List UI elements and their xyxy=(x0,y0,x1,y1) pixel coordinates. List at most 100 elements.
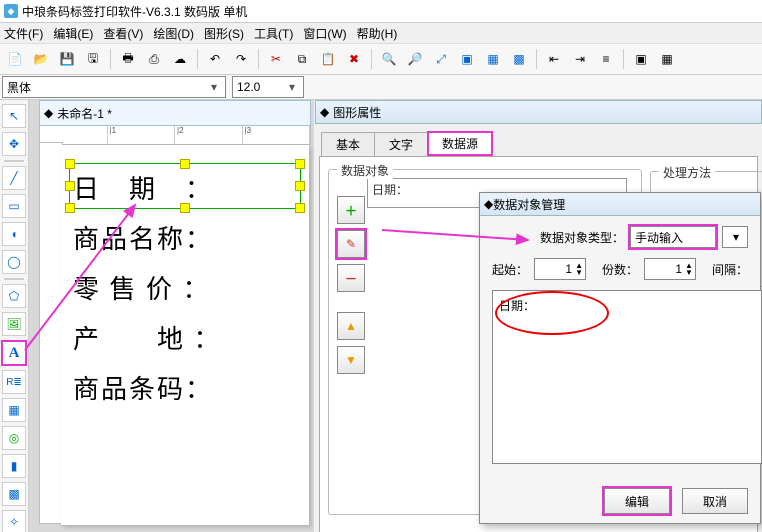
start-label: 起始： xyxy=(492,261,528,278)
print-preview-icon[interactable]: ⎙ xyxy=(143,48,165,70)
save-icon[interactable]: 💾 xyxy=(56,48,78,70)
group-label: 数据对象 xyxy=(337,162,393,179)
more2-icon[interactable]: ▦ xyxy=(656,48,678,70)
count-label: 份数： xyxy=(602,261,638,278)
app-logo-icon: ◆ xyxy=(4,4,18,18)
grid-icon[interactable]: ▩ xyxy=(508,48,530,70)
canvas-text-date[interactable]: 日 期 ： xyxy=(73,169,213,206)
resize-handle[interactable] xyxy=(180,159,190,169)
delete-icon[interactable]: ✖ xyxy=(343,48,365,70)
move-up-icon[interactable]: ▲ xyxy=(337,312,365,340)
tab-datasource[interactable]: 数据源 xyxy=(427,131,493,156)
canvas-text-barcode[interactable]: 商品条码： xyxy=(73,369,213,406)
new-icon[interactable]: 📄 xyxy=(4,48,26,70)
zoom-fit-icon[interactable]: ▣ xyxy=(456,48,478,70)
menu-view[interactable]: 查看(V) xyxy=(103,25,143,42)
tab-text[interactable]: 文字 xyxy=(374,132,428,156)
menu-help[interactable]: 帮助(H) xyxy=(357,25,398,42)
ruler-mark: |1 xyxy=(108,126,176,144)
tool-palette: ↖ ✥ ╱ ▭ ◖ ◯ ⬠ 🖼 A R≣ ▦ ◎ ▮ ▩ ✧ xyxy=(0,100,29,532)
canvas-text-price[interactable]: 零 售 价 ： xyxy=(73,269,211,306)
canvas-text-origin[interactable]: 产 地 ： xyxy=(73,319,222,356)
edit-button-icon[interactable]: ✎ xyxy=(337,230,365,258)
rect-tool-icon[interactable]: ▭ xyxy=(2,194,26,218)
zoom-in-icon[interactable]: 🔍 xyxy=(378,48,400,70)
select-tool-icon[interactable]: ↖ xyxy=(2,104,26,128)
type-value: 手动输入 xyxy=(635,229,683,246)
separator xyxy=(4,160,24,162)
ellipse-tool-icon[interactable]: ◯ xyxy=(2,250,26,274)
separator xyxy=(197,49,198,69)
chevron-down-icon: ▾ xyxy=(285,80,299,94)
zoom-out-icon[interactable]: 🔎 xyxy=(404,48,426,70)
redo-icon[interactable]: ↷ xyxy=(230,48,252,70)
paste-icon[interactable]: 📋 xyxy=(317,48,339,70)
move-down-icon[interactable]: ▼ xyxy=(337,346,365,374)
image-tool-icon[interactable]: 🖼 xyxy=(2,312,26,336)
separator xyxy=(4,278,24,280)
resize-handle[interactable] xyxy=(295,203,305,213)
spacer xyxy=(337,298,365,306)
doc-icon: ◆ xyxy=(44,106,53,120)
richtext-tool-icon[interactable]: R≣ xyxy=(2,370,26,394)
font-size-select[interactable]: 12.0 ▾ xyxy=(232,76,304,98)
menu-draw[interactable]: 绘图(D) xyxy=(153,25,194,42)
edit-button[interactable]: 编辑 xyxy=(604,488,670,514)
undo-icon[interactable]: ↶ xyxy=(204,48,226,70)
saveas-icon[interactable]: 🖫 xyxy=(82,48,104,70)
menu-tools[interactable]: 工具(T) xyxy=(254,25,293,42)
copy-icon[interactable]: ⧉ xyxy=(291,48,313,70)
panel-icon: ◆ xyxy=(320,105,329,119)
separator xyxy=(623,49,624,69)
shape-tool-icon[interactable]: ✧ xyxy=(2,510,26,532)
document-tab[interactable]: ◆ 未命名-1 * xyxy=(39,100,311,126)
polygon-tool-icon[interactable]: ⬠ xyxy=(2,284,26,308)
separator xyxy=(110,49,111,69)
menu-file[interactable]: 文件(F) xyxy=(4,25,43,42)
align-left-icon[interactable]: ⇤ xyxy=(543,48,565,70)
menu-window[interactable]: 窗口(W) xyxy=(303,25,346,42)
content-textarea[interactable]: 日期： xyxy=(492,290,762,464)
type-dropdown-button[interactable]: ▾ xyxy=(722,226,748,248)
pan-tool-icon[interactable]: ✥ xyxy=(2,132,26,156)
zoom-sel-icon[interactable]: ▦ xyxy=(482,48,504,70)
roundrect-tool-icon[interactable]: ◖ xyxy=(2,222,26,246)
qrcode-tool-icon[interactable]: ▩ xyxy=(2,482,26,506)
document-name: 未命名-1 * xyxy=(57,105,112,122)
zoom-100-icon[interactable]: ⤢ xyxy=(430,48,452,70)
cut-icon[interactable]: ✂ xyxy=(265,48,287,70)
dialog-title-bar[interactable]: ◆ 数据对象管理 xyxy=(480,193,760,216)
annotation-oval xyxy=(495,291,609,335)
ruler-horizontal: |1 |2 |3 xyxy=(39,126,311,145)
align-right-icon[interactable]: ⇥ xyxy=(569,48,591,70)
resize-handle[interactable] xyxy=(295,159,305,169)
line-tool-icon[interactable]: ╱ xyxy=(2,166,26,190)
print-icon[interactable]: 🖶 xyxy=(117,48,139,70)
open-icon[interactable]: 📂 xyxy=(30,48,52,70)
menu-shape[interactable]: 图形(S) xyxy=(204,25,244,42)
label-page[interactable]: 日 期 ： 商品名称： 零 售 价 ： 产 地 ： 商品条码： xyxy=(61,145,309,525)
count-spin[interactable]: 1▲▼ xyxy=(644,258,696,280)
chevron-down-icon: ▾ xyxy=(733,230,739,244)
cancel-button[interactable]: 取消 xyxy=(682,488,748,514)
menu-edit[interactable]: 编辑(E) xyxy=(53,25,93,42)
font-family-select[interactable]: 黑体 ▾ xyxy=(2,76,226,98)
app-title: 中琅条码标签打印软件-V6.3.1 数码版 单机 xyxy=(22,3,247,20)
canvas-text-product[interactable]: 商品名称： xyxy=(73,219,213,256)
tab-basic[interactable]: 基本 xyxy=(321,132,375,156)
barcode-tool-icon[interactable]: ▮ xyxy=(2,454,26,478)
remove-button-icon[interactable]: － xyxy=(337,264,365,292)
cloud-icon[interactable]: ☁ xyxy=(169,48,191,70)
more1-icon[interactable]: ▣ xyxy=(630,48,652,70)
type-combo[interactable]: 手动输入 xyxy=(630,226,716,248)
start-spin[interactable]: 1▲▼ xyxy=(534,258,586,280)
target-tool-icon[interactable]: ◎ xyxy=(2,426,26,450)
text-tool-icon[interactable]: A xyxy=(1,340,27,366)
add-button-icon[interactable]: ＋ xyxy=(337,196,365,224)
resize-handle[interactable] xyxy=(65,159,75,169)
table-tool-icon[interactable]: ▦ xyxy=(2,398,26,422)
resize-handle[interactable] xyxy=(295,181,305,191)
type-label: 数据对象类型： xyxy=(540,229,624,246)
align-dist-icon[interactable]: ≡ xyxy=(595,48,617,70)
main-toolbar: 📄 📂 💾 🖫 🖶 ⎙ ☁ ↶ ↷ ✂ ⧉ 📋 ✖ 🔍 🔎 ⤢ ▣ ▦ ▩ ⇤ … xyxy=(0,44,762,75)
